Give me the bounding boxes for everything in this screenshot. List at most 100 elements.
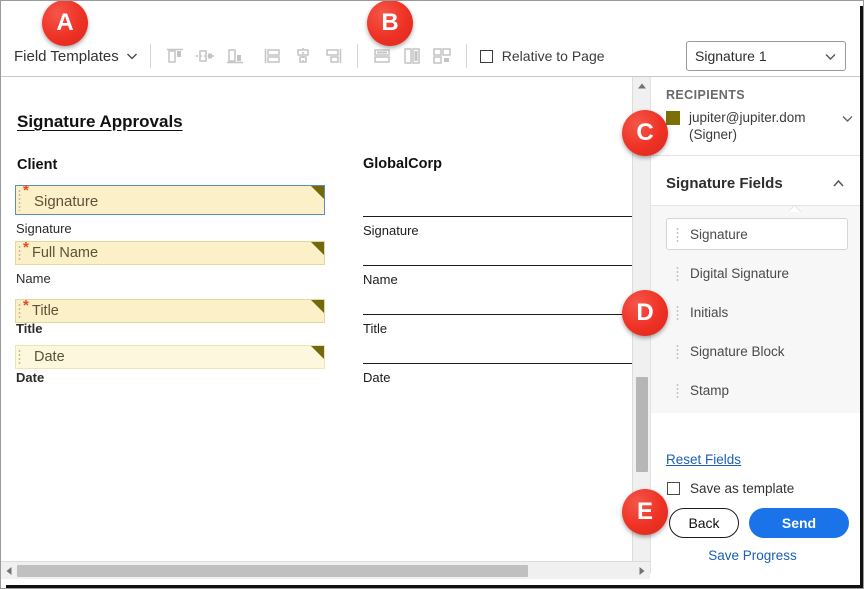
field-type-label: Stamp [690, 382, 730, 398]
field-corner-icon [311, 346, 324, 359]
recipients-header: RECIPIENTS [666, 88, 746, 102]
window-shadow-right [860, 6, 864, 589]
field-templates-label: Field Templates [14, 47, 119, 65]
drag-handle-icon[interactable] [18, 245, 21, 261]
form-field-label: Date [34, 349, 65, 365]
drag-handle-icon[interactable] [18, 189, 21, 211]
toolbar-separator-2 [356, 44, 358, 68]
field-caption-title: Title [16, 321, 43, 336]
fields-panel: RECIPIENTS jupiter@jupiter.dom (Signer) … [650, 77, 864, 573]
drag-handle-icon[interactable] [18, 349, 21, 365]
recipient-row[interactable]: jupiter@jupiter.dom (Signer) [651, 109, 864, 143]
chevron-down-icon[interactable] [841, 112, 854, 125]
form-field-label: Full Name [32, 245, 99, 261]
same-size-icon[interactable] [427, 42, 457, 70]
align-center-icon[interactable] [288, 42, 318, 70]
drag-handle-icon[interactable] [676, 265, 679, 281]
drag-handle-icon[interactable] [676, 304, 679, 320]
scroll-right-arrow-icon[interactable] [633, 562, 650, 580]
callout-badge-e: E [622, 489, 668, 535]
field-corner-icon [311, 300, 324, 313]
drag-handle-icon[interactable] [676, 343, 679, 359]
send-button[interactable]: Send [749, 508, 849, 538]
title-line-caption: Title [363, 321, 388, 336]
section-notch-icon [789, 205, 802, 212]
save-as-template-checkbox[interactable]: Save as template [667, 481, 864, 496]
globalcorp-column-header: GlobalCorp [363, 156, 442, 172]
checkbox-box [667, 482, 680, 495]
required-asterisk-icon: * [23, 239, 29, 256]
field-type-signature[interactable]: Signature [666, 218, 848, 250]
panel-footer: Reset Fields Save as template Back Send … [651, 452, 864, 573]
same-height-icon[interactable] [397, 42, 427, 70]
field-corner-icon [311, 242, 324, 255]
toolbar: Field Templates Relative to Page Signatu… [0, 0, 864, 77]
form-field-fullname[interactable]: * Full Name [15, 239, 325, 265]
same-width-icon[interactable] [367, 42, 397, 70]
recipients-section: RECIPIENTS jupiter@jupiter.dom (Signer) [651, 77, 864, 156]
field-corner-icon [311, 186, 324, 199]
required-asterisk-icon: * [23, 297, 29, 314]
drag-handle-icon[interactable] [18, 303, 21, 319]
field-type-label: Digital Signature [690, 265, 790, 281]
drag-handle-icon[interactable] [676, 382, 679, 398]
save-as-template-label: Save as template [690, 481, 795, 496]
name-line-caption: Name [363, 272, 398, 287]
form-field-label: Signature [34, 193, 99, 210]
document-page: Signature Approvals Client GlobalCorp * … [0, 77, 633, 557]
scroll-left-arrow-icon[interactable] [0, 562, 17, 580]
field-type-initials[interactable]: Initials [666, 296, 848, 328]
save-progress-link[interactable]: Save Progress [651, 548, 854, 563]
back-button[interactable]: Back [669, 508, 739, 538]
date-line [363, 363, 633, 364]
field-caption-date: Date [16, 370, 45, 385]
vertical-scrollbar-thumb[interactable] [636, 377, 648, 472]
horizontal-scrollbar[interactable] [0, 561, 650, 579]
align-top-icon[interactable] [160, 42, 190, 70]
signature-select[interactable]: Signature 1 [686, 41, 846, 71]
field-type-stamp[interactable]: Stamp [666, 374, 848, 406]
window-shadow-bottom [6, 585, 864, 589]
form-field-date[interactable]: Date [15, 345, 325, 369]
align-bottom-icon[interactable] [220, 42, 250, 70]
panel-button-row: Back Send [669, 508, 864, 538]
field-caption-name: Name [16, 271, 51, 286]
callout-badge-d: D [622, 290, 668, 336]
relative-to-page-label: Relative to Page [501, 48, 605, 64]
align-middle-icon[interactable] [190, 42, 220, 70]
callout-badge-b: B [367, 0, 413, 46]
field-type-digital-signature[interactable]: Digital Signature [666, 257, 848, 289]
document-viewer[interactable]: Signature Approvals Client GlobalCorp * … [0, 77, 650, 573]
form-field-label: Title [32, 303, 59, 319]
field-caption-signature: Signature [16, 221, 72, 236]
signature-select-value: Signature 1 [695, 48, 767, 64]
signature-line [363, 216, 633, 217]
signature-fields-section: Signature Fields Signature Digital Signa… [651, 161, 864, 413]
horizontal-scrollbar-thumb[interactable] [17, 565, 528, 577]
callout-badge-a: A [42, 0, 88, 46]
name-line [363, 265, 633, 266]
scroll-up-arrow-icon[interactable] [633, 77, 651, 94]
title-line [363, 314, 633, 315]
checkbox-box [479, 49, 493, 63]
chevron-down-icon [824, 50, 837, 63]
form-field-title[interactable]: * Title [15, 297, 325, 323]
reset-fields-link[interactable]: Reset Fields [666, 452, 864, 467]
date-line-caption: Date [363, 370, 391, 385]
toolbar-separator [149, 44, 151, 68]
chevron-up-icon[interactable] [831, 176, 846, 191]
align-left-icon[interactable] [258, 42, 288, 70]
toolbar-separator-3 [465, 44, 467, 68]
align-right-icon[interactable] [318, 42, 348, 70]
signature-fields-header[interactable]: Signature Fields [651, 161, 864, 206]
required-asterisk-icon: * [23, 182, 29, 199]
form-field-signature[interactable]: * Signature [15, 182, 325, 215]
callout-badge-c: C [622, 110, 668, 156]
client-column-header: Client [17, 157, 58, 173]
field-templates-button[interactable]: Field Templates [10, 46, 141, 67]
drag-handle-icon[interactable] [676, 226, 679, 242]
signature-line-caption: Signature [363, 223, 419, 238]
field-type-list: Signature Digital Signature Initials Sig… [651, 206, 864, 413]
field-type-signature-block[interactable]: Signature Block [666, 335, 848, 367]
relative-to-page-checkbox[interactable]: Relative to Page [479, 48, 605, 64]
